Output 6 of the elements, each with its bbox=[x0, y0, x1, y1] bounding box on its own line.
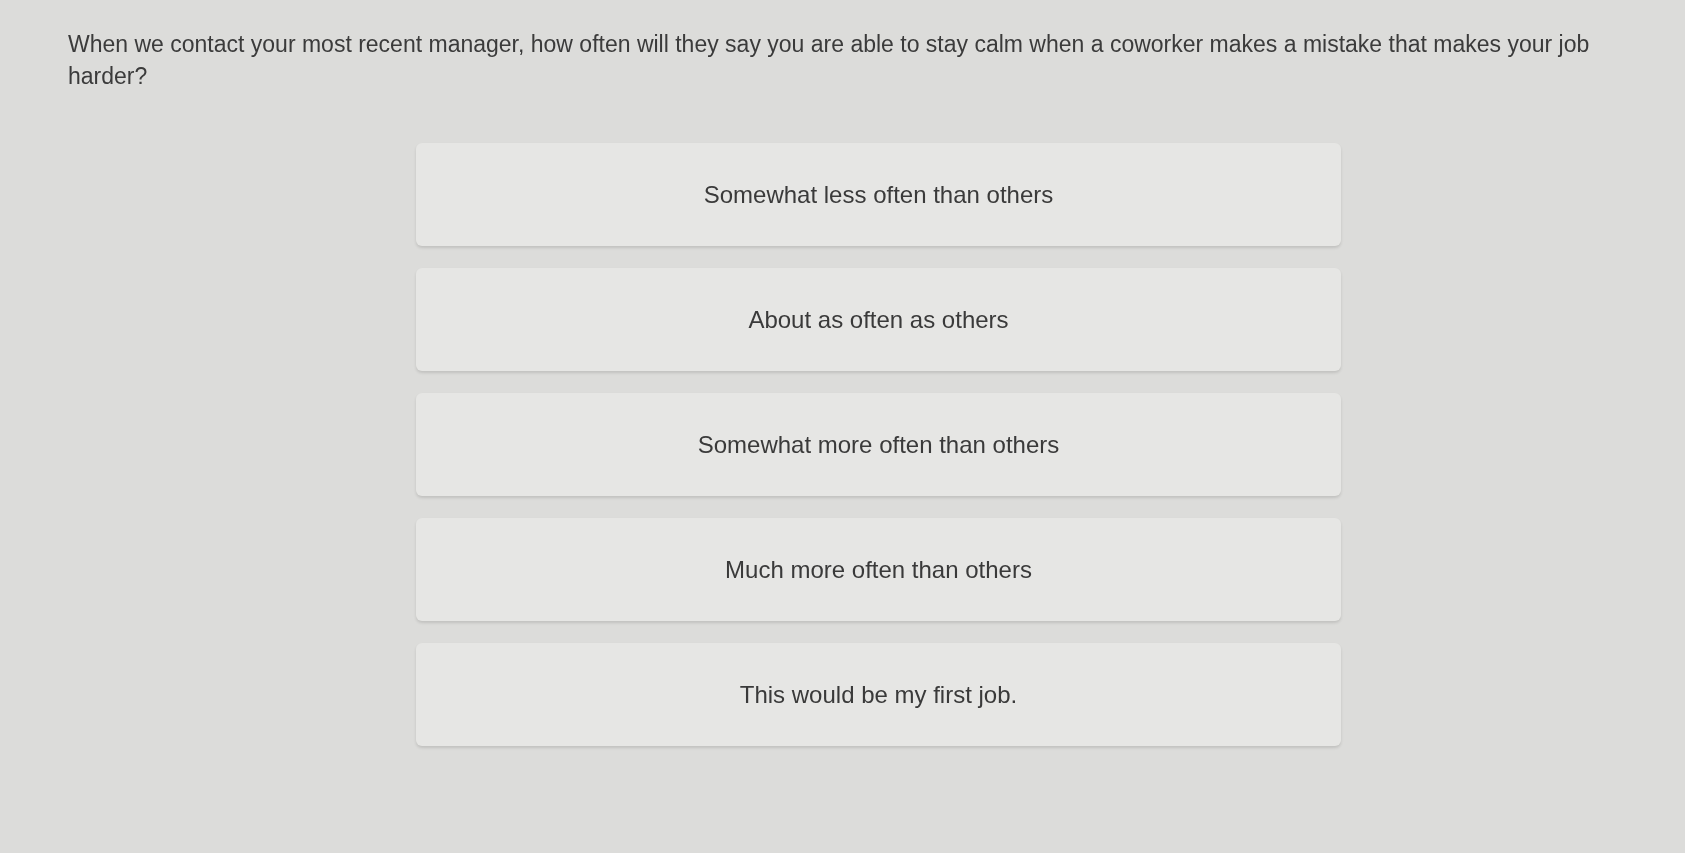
answer-option[interactable]: Somewhat less often than others bbox=[416, 143, 1341, 246]
answer-option[interactable]: Somewhat more often than others bbox=[416, 393, 1341, 496]
answer-option[interactable]: This would be my first job. bbox=[416, 643, 1341, 746]
answer-option[interactable]: About as often as others bbox=[416, 268, 1341, 371]
answer-option[interactable]: Much more often than others bbox=[416, 518, 1341, 621]
question-text: When we contact your most recent manager, how often will they say you are able to stay calm when a coworker makes a mistake that makes your job harder? bbox=[68, 30, 1591, 91]
